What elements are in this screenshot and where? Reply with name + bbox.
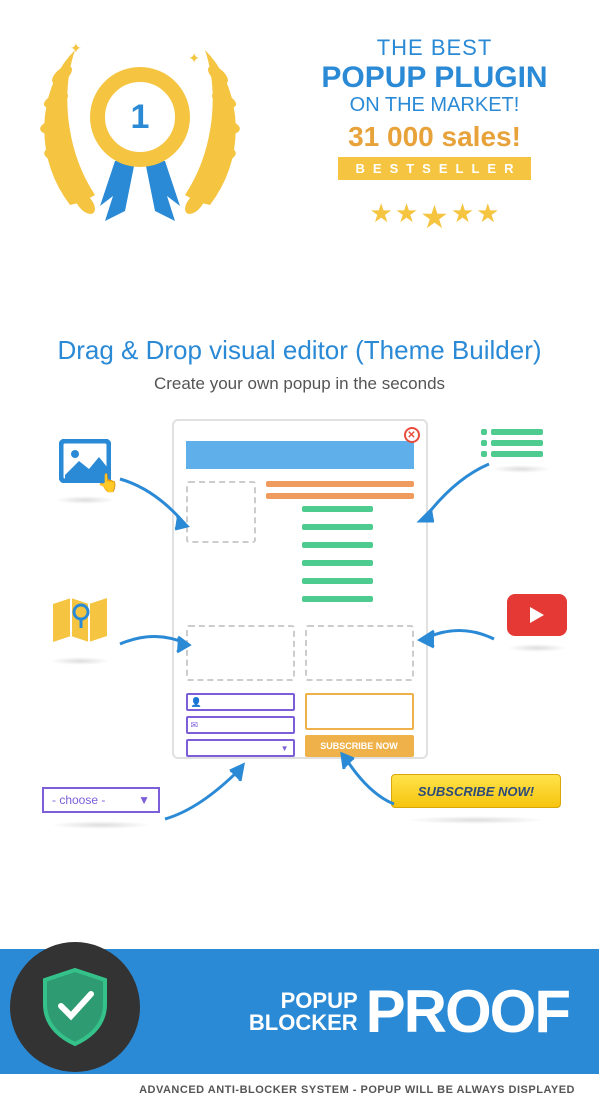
name-field: 👤 xyxy=(186,693,295,711)
image-tool: 👆 xyxy=(55,439,115,504)
bestseller-badge: BESTSELLER xyxy=(338,157,532,180)
star-rating: ★ ★ ★ ★ ★ xyxy=(290,198,579,236)
hero-text: THE BEST POPUP PLUGIN ON THE MARKET! 31 … xyxy=(290,35,579,236)
drop-placeholder xyxy=(186,625,295,681)
map-tool xyxy=(50,594,110,665)
sparkle-icon: ✦ xyxy=(70,40,82,57)
image-placeholder xyxy=(186,481,256,543)
email-field: ✉ xyxy=(186,716,295,734)
dragdrop-title: Drag & Drop visual editor (Theme Builder… xyxy=(20,335,579,366)
rank-number: 1 xyxy=(101,78,179,156)
submit-column: SUBSCRIBE NOW xyxy=(305,693,414,757)
dragdrop-section: Drag & Drop visual editor (Theme Builder… xyxy=(0,285,599,919)
form-column: 👤 ✉ xyxy=(186,693,295,757)
hero-line-market: ON THE MARKET! xyxy=(290,94,579,117)
proof-big: PROOF xyxy=(366,977,569,1046)
ribbon-icon xyxy=(95,161,185,231)
popup-preview: ✕ 👤 ✉ xyxy=(172,419,428,759)
text-lines xyxy=(266,481,414,613)
dragdrop-subtitle: Create your own popup in the seconds xyxy=(20,374,579,394)
star-icon: ★ xyxy=(370,198,393,236)
subscribe-tool: SUBSCRIBE NOW! xyxy=(391,774,561,824)
close-icon: ✕ xyxy=(404,427,420,443)
list-tool xyxy=(491,429,551,473)
anti-blocker-text: ADVANCED ANTI-BLOCKER SYSTEM - POPUP WIL… xyxy=(0,1074,599,1116)
youtube-icon xyxy=(507,594,567,636)
choose-select: - choose -▼ xyxy=(42,787,160,813)
shield-circle xyxy=(10,942,140,1072)
star-icon: ★ xyxy=(476,198,499,236)
proof-line1: POPUP xyxy=(249,990,358,1012)
hero-sales: 31 000 sales! xyxy=(290,121,579,153)
medal-icon: 1 xyxy=(90,67,190,167)
choose-tool: - choose -▼ xyxy=(42,787,160,829)
award-badge: 1 ✦ ✦ xyxy=(20,25,260,245)
star-icon: ★ xyxy=(420,198,449,236)
textarea-field xyxy=(305,693,414,730)
proof-line2: BLOCKER xyxy=(249,1012,358,1034)
proof-text: POPUP BLOCKER PROOF xyxy=(140,977,569,1046)
youtube-tool xyxy=(507,594,567,652)
sparkle-icon: ✦ xyxy=(188,50,200,67)
hero-line-plugin: POPUP PLUGIN xyxy=(290,61,579,94)
star-icon: ★ xyxy=(395,198,418,236)
select-field xyxy=(186,739,295,757)
popup-header-bar xyxy=(186,441,414,469)
subscribe-button-big: SUBSCRIBE NOW! xyxy=(391,774,561,808)
proof-banner: POPUP BLOCKER PROOF xyxy=(0,949,599,1074)
dragdrop-canvas: ✕ 👤 ✉ xyxy=(20,419,579,889)
shield-icon xyxy=(39,966,111,1048)
hero-line-best: THE BEST xyxy=(290,35,579,61)
star-icon: ★ xyxy=(451,198,474,236)
drop-placeholder xyxy=(305,625,414,681)
hero-section: 1 ✦ ✦ THE BEST POPUP PLUGIN ON THE MARKE… xyxy=(0,0,599,285)
